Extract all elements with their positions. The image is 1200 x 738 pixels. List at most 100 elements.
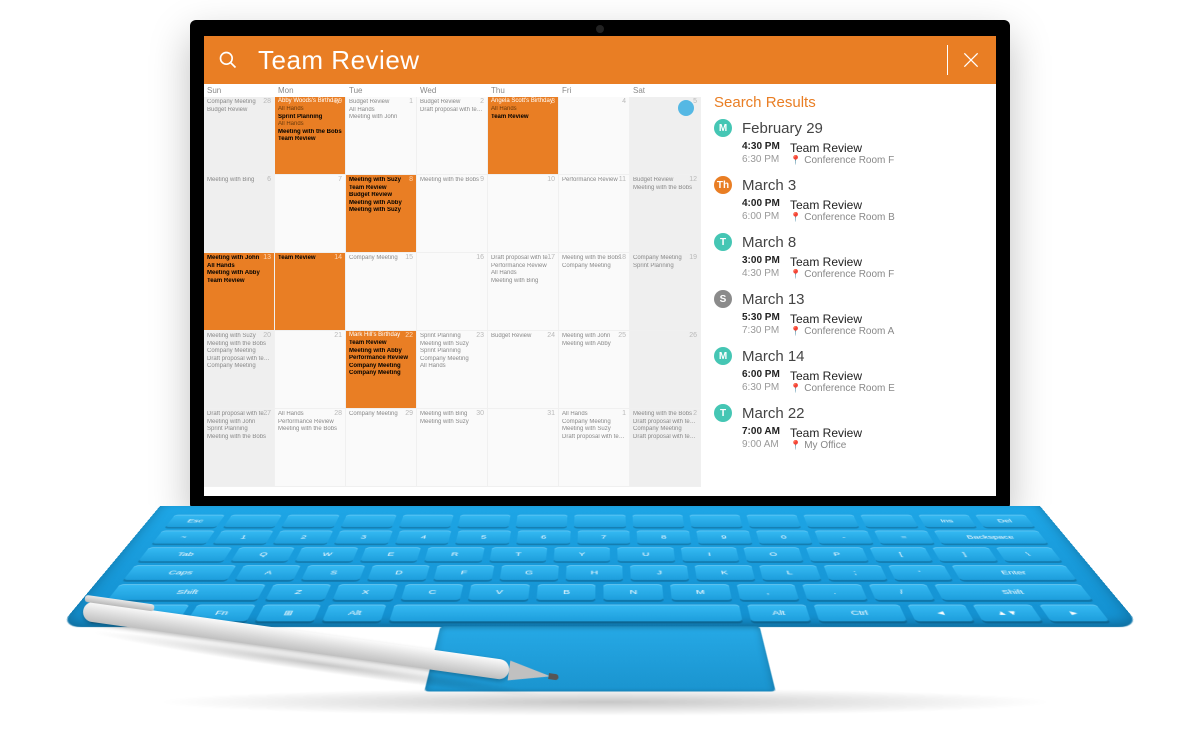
calendar-event[interactable]: Meeting with Abby bbox=[207, 270, 271, 278]
close-search-button[interactable] bbox=[960, 49, 982, 71]
calendar-cell[interactable]: Abby Woods's Birthday29All HandsSprint P… bbox=[275, 97, 346, 175]
calendar-event[interactable]: All Hands bbox=[420, 363, 484, 371]
search-result-item[interactable]: 4:30 PM6:30 PMTeam Review📍Conference Roo… bbox=[714, 139, 984, 170]
calendar-event[interactable]: Budget Review bbox=[207, 107, 271, 115]
calendar-event[interactable]: Meeting with the Bobs bbox=[633, 411, 697, 419]
calendar-cell[interactable]: 16 bbox=[417, 253, 488, 331]
calendar-event[interactable]: All Hands bbox=[349, 107, 413, 115]
calendar-cell[interactable]: 20Meeting with SuzyMeeting with the Bobs… bbox=[204, 331, 275, 409]
calendar-event[interactable]: Draft proposal with team bbox=[420, 107, 484, 115]
calendar-event[interactable]: Company Meeting bbox=[349, 255, 413, 263]
calendar-cell[interactable]: 11Performance Review bbox=[559, 175, 630, 253]
calendar-cell[interactable]: 8Meeting with SuzyTeam ReviewBudget Revi… bbox=[346, 175, 417, 253]
search-result-item[interactable]: 7:00 AM9:00 AMTeam Review📍My Office bbox=[714, 424, 984, 455]
calendar-cell[interactable]: 10 bbox=[488, 175, 559, 253]
search-result-item[interactable]: 5:30 PM7:30 PMTeam Review📍Conference Roo… bbox=[714, 310, 984, 341]
calendar-event[interactable]: Sprint Planning bbox=[633, 263, 697, 271]
calendar-event[interactable]: Draft proposal with team bbox=[633, 434, 697, 442]
calendar-event[interactable]: Budget Review bbox=[633, 177, 697, 185]
calendar-event[interactable]: Meeting with Suzy bbox=[207, 333, 271, 341]
calendar-cell[interactable]: 7 bbox=[275, 175, 346, 253]
calendar-cell[interactable]: 1All HandsCompany MeetingMeeting with Su… bbox=[559, 409, 630, 487]
calendar-event[interactable]: Sprint Planning bbox=[420, 348, 484, 356]
calendar-event[interactable]: Team Review bbox=[349, 185, 413, 193]
calendar-cell[interactable]: 2Budget ReviewDraft proposal with team bbox=[417, 97, 488, 175]
calendar-cell[interactable]: 29Company Meeting bbox=[346, 409, 417, 487]
calendar-event[interactable]: Performance Review bbox=[278, 419, 342, 427]
calendar-event[interactable]: Meeting with Abby bbox=[349, 200, 413, 208]
calendar-event[interactable]: Performance Review bbox=[491, 263, 555, 271]
calendar-event[interactable]: Company Meeting bbox=[420, 356, 484, 364]
calendar-cell[interactable]: 1Budget ReviewAll HandsMeeting with John bbox=[346, 97, 417, 175]
calendar-event[interactable]: Sprint Planning bbox=[420, 333, 484, 341]
calendar-event[interactable]: Meeting with Bing bbox=[420, 411, 484, 419]
calendar-cell[interactable]: 31 bbox=[488, 409, 559, 487]
calendar-event[interactable]: All Hands bbox=[491, 270, 555, 278]
calendar-cell[interactable]: 4 bbox=[559, 97, 630, 175]
calendar-event[interactable]: All Hands bbox=[562, 411, 626, 419]
calendar-event[interactable]: Meeting with the Bobs bbox=[633, 185, 697, 193]
calendar-cell[interactable]: 25Meeting with JohnMeeting with Abby bbox=[559, 331, 630, 409]
calendar-cell[interactable]: 26 bbox=[630, 331, 701, 409]
calendar-month-view[interactable]: SunMonTueWedThuFriSat 28Company MeetingB… bbox=[204, 84, 701, 496]
calendar-event[interactable]: Company Meeting bbox=[207, 348, 271, 356]
calendar-event[interactable]: Meeting with the Bobs bbox=[420, 177, 484, 185]
calendar-cell[interactable]: 30Meeting with BingMeeting with Suzy bbox=[417, 409, 488, 487]
calendar-event[interactable]: Company Meeting bbox=[207, 363, 271, 371]
search-input[interactable] bbox=[256, 44, 949, 77]
calendar-cell[interactable]: 12Budget ReviewMeeting with the Bobs bbox=[630, 175, 701, 253]
calendar-event[interactable]: Meeting with the Bobs bbox=[562, 255, 626, 263]
calendar-cell[interactable]: 2Meeting with the BobsDraft proposal wit… bbox=[630, 409, 701, 487]
calendar-event[interactable]: Company Meeting bbox=[207, 99, 271, 107]
calendar-cell[interactable]: 24Budget Review bbox=[488, 331, 559, 409]
calendar-event[interactable]: Company Meeting bbox=[349, 411, 413, 419]
calendar-event[interactable]: Company Meeting bbox=[349, 363, 413, 371]
calendar-event[interactable]: Draft proposal with team bbox=[207, 411, 271, 419]
calendar-cell[interactable]: 13Meeting with JohnAll HandsMeeting with… bbox=[204, 253, 275, 331]
calendar-event[interactable]: Company Meeting bbox=[562, 263, 626, 271]
calendar-cell[interactable]: 17Draft proposal with teamPerformance Re… bbox=[488, 253, 559, 331]
calendar-event[interactable]: Meeting with John bbox=[562, 333, 626, 341]
calendar-event[interactable]: Budget Review bbox=[349, 192, 413, 200]
search-result-item[interactable]: 3:00 PM4:30 PMTeam Review📍Conference Roo… bbox=[714, 253, 984, 284]
calendar-event[interactable]: Company Meeting bbox=[562, 419, 626, 427]
calendar-event[interactable]: Meeting with the Bobs bbox=[278, 129, 342, 137]
calendar-event[interactable]: Company Meeting bbox=[633, 426, 697, 434]
calendar-event[interactable]: All Hands bbox=[491, 106, 555, 114]
calendar-event[interactable]: Meeting with Abby bbox=[349, 348, 413, 356]
calendar-cell[interactable]: 28All HandsPerformance ReviewMeeting wit… bbox=[275, 409, 346, 487]
calendar-event[interactable]: Team Review bbox=[491, 114, 555, 122]
calendar-cell[interactable]: 28Company MeetingBudget Review bbox=[204, 97, 275, 175]
calendar-event[interactable]: Draft proposal with team bbox=[491, 255, 555, 263]
calendar-event[interactable]: Sprint Planning bbox=[278, 114, 342, 122]
calendar-event[interactable]: Team Review bbox=[349, 340, 413, 348]
calendar-cell[interactable]: 21 bbox=[275, 331, 346, 409]
calendar-event[interactable]: Meeting with Suzy bbox=[420, 419, 484, 427]
calendar-event[interactable]: Budget Review bbox=[420, 99, 484, 107]
calendar-event[interactable]: Meeting with John bbox=[349, 114, 413, 122]
calendar-cell[interactable]: 15Company Meeting bbox=[346, 253, 417, 331]
calendar-event[interactable]: Meeting with Bing bbox=[207, 177, 271, 185]
event-banner[interactable]: Angela Scott's Birthday bbox=[488, 97, 558, 105]
calendar-event[interactable]: Budget Review bbox=[491, 333, 555, 341]
calendar-cell[interactable]: Angela Scott's Birthday3All HandsTeam Re… bbox=[488, 97, 559, 175]
calendar-event[interactable]: Meeting with Bing bbox=[491, 278, 555, 286]
calendar-event[interactable]: Company Meeting bbox=[633, 255, 697, 263]
calendar-event[interactable]: Performance Review bbox=[349, 355, 413, 363]
calendar-event[interactable]: Company Meeting bbox=[349, 370, 413, 378]
calendar-event[interactable]: Draft proposal with team bbox=[562, 434, 626, 442]
calendar-event[interactable]: Team Review bbox=[207, 278, 271, 286]
calendar-cell[interactable]: Mark Hill's Birthday22Team ReviewMeeting… bbox=[346, 331, 417, 409]
calendar-cell[interactable]: 14Team Review bbox=[275, 253, 346, 331]
calendar-event[interactable]: Meeting with the Bobs bbox=[278, 426, 342, 434]
calendar-event[interactable]: Budget Review bbox=[349, 99, 413, 107]
calendar-cell[interactable]: 6Meeting with Bing bbox=[204, 175, 275, 253]
calendar-event[interactable]: Meeting with the Bobs bbox=[207, 341, 271, 349]
calendar-cell[interactable]: 23Sprint PlanningMeeting with SuzySprint… bbox=[417, 331, 488, 409]
calendar-event[interactable]: Meeting with Suzy bbox=[349, 207, 413, 215]
calendar-event[interactable]: Performance Review bbox=[562, 177, 626, 185]
calendar-event[interactable]: Meeting with John bbox=[207, 419, 271, 427]
calendar-event[interactable]: Meeting with Abby bbox=[562, 341, 626, 349]
calendar-event[interactable]: Meeting with John bbox=[207, 255, 271, 263]
calendar-event[interactable]: Team Review bbox=[278, 255, 342, 263]
